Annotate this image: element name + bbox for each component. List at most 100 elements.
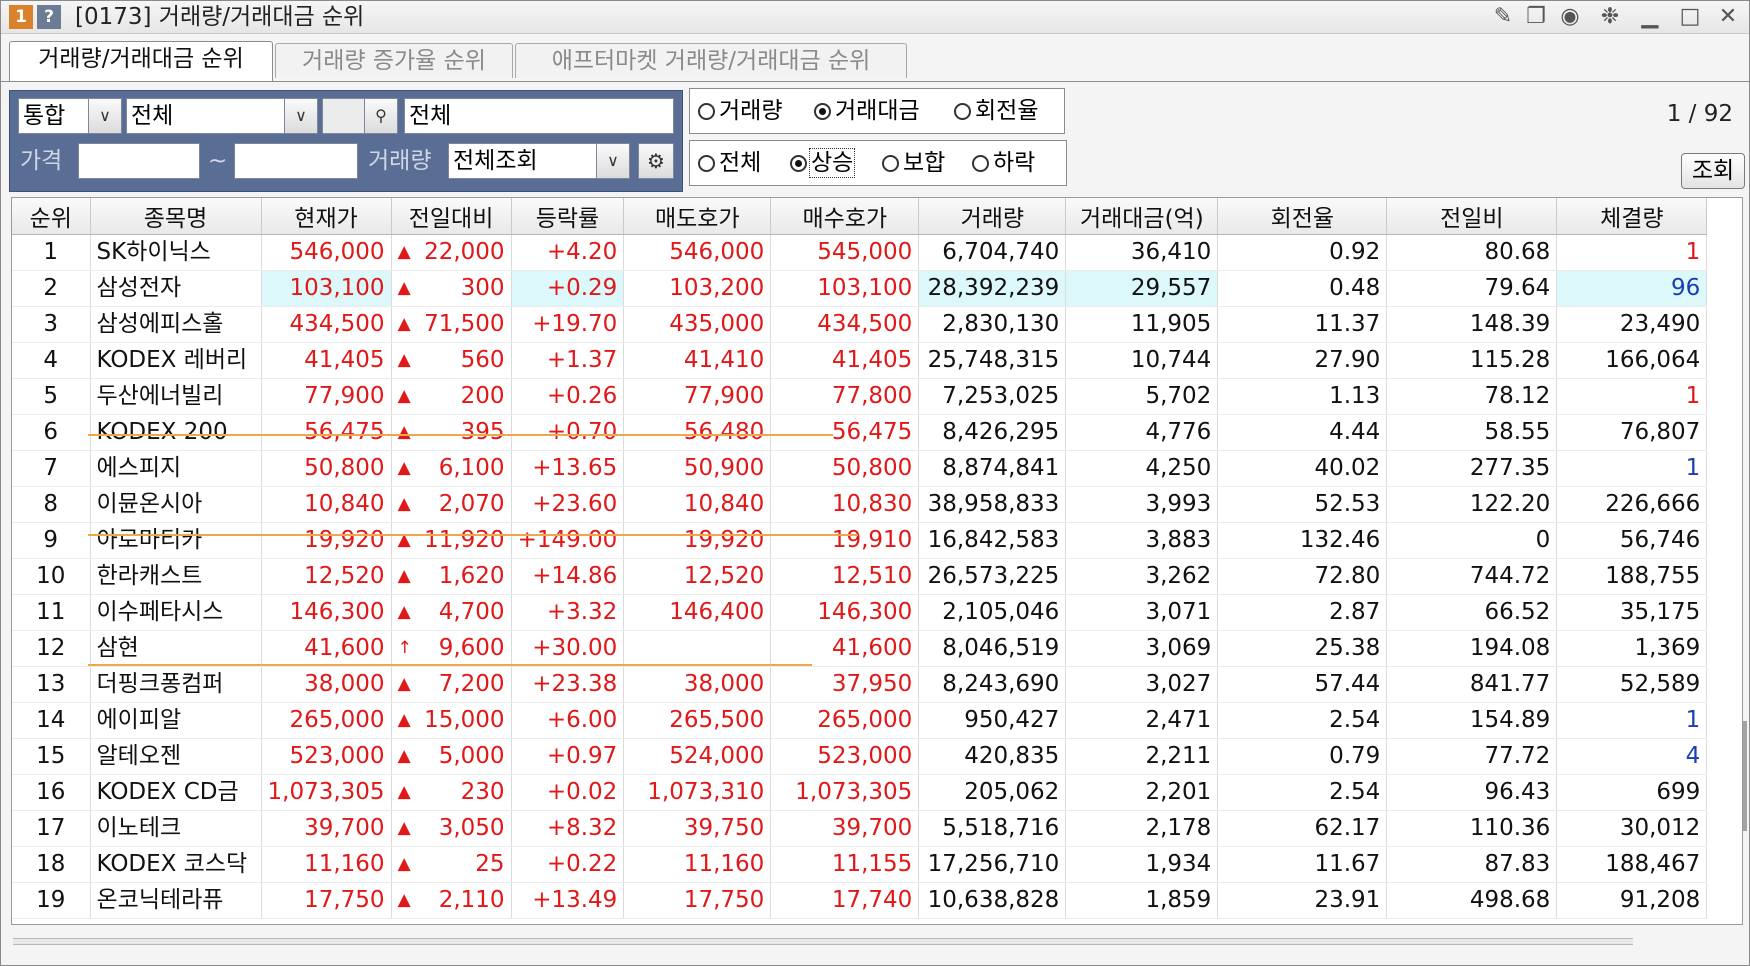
- screen-number-badge[interactable]: 1: [9, 5, 33, 29]
- column-header-bid[interactable]: 매수호가: [770, 198, 920, 235]
- cell-change: ↑ 9,600: [391, 630, 512, 667]
- change-value: 300: [460, 275, 505, 301]
- radio-rise[interactable]: 상승: [790, 141, 856, 185]
- column-header-ask[interactable]: 매도호가: [623, 198, 772, 235]
- cell-bid: 1,073,305: [770, 774, 920, 811]
- volume-select[interactable]: 전체조회: [448, 143, 598, 179]
- column-header-prev-ratio[interactable]: 전일비: [1386, 198, 1558, 235]
- table-row[interactable]: 7 에스피지 50,800 ▲ 6,100 +13.65 50,900 50,800 8,874…: [12, 450, 1708, 487]
- column-header-rank[interactable]: 순위: [12, 198, 91, 235]
- column-header-turnover[interactable]: 회전율: [1217, 198, 1388, 235]
- column-header-exec[interactable]: 체결량: [1556, 198, 1708, 235]
- cell-price: 546,000: [261, 234, 392, 271]
- cell-ask: 265,500: [623, 702, 772, 739]
- column-header-rate[interactable]: 등락률: [511, 198, 625, 235]
- horizontal-scrollbar[interactable]: [13, 938, 1633, 945]
- radio-icon: [882, 155, 899, 172]
- column-header-change[interactable]: 전일대비: [391, 198, 512, 235]
- table-row[interactable]: 14 에이피알 265,000 ▲ 15,000 +6.00 265,500 265,000 9…: [12, 702, 1708, 739]
- settings-icon[interactable]: ⚙: [638, 143, 674, 179]
- radio-all[interactable]: 전체: [698, 141, 761, 185]
- column-header-volume[interactable]: 거래량: [918, 198, 1067, 235]
- table-row[interactable]: 11 이수페타시스 146,300 ▲ 4,700 +3.32 146,400 146,300…: [12, 594, 1708, 631]
- radio-flat[interactable]: 보합: [882, 141, 945, 185]
- table-row[interactable]: 10 한라캐스트 12,520 ▲ 1,620 +14.86 12,520 12,510 26,…: [12, 558, 1708, 595]
- help-icon[interactable]: ?: [37, 5, 61, 29]
- cell-rank: 14: [12, 702, 91, 739]
- search-icon[interactable]: ⚲: [364, 98, 398, 134]
- cell-prev-ratio: 79.64: [1386, 270, 1558, 307]
- radio-fall[interactable]: 하락: [972, 141, 1035, 185]
- table-row[interactable]: 18 KODEX 코스닥 11,160 ▲ 25 +0.22 11,160 11,155 17,…: [12, 846, 1708, 883]
- cell-rank: 9: [12, 522, 91, 559]
- change-value: 200: [460, 383, 505, 409]
- table-row[interactable]: 3 삼성에피스홀 434,500 ▲ 71,500 +19.70 435,000 434,50…: [12, 306, 1708, 343]
- table-row[interactable]: 19 온코닉테라퓨 17,750 ▲ 2,110 +13.49 17,750 17,740 10…: [12, 882, 1708, 919]
- camera-icon[interactable]: ◉: [1557, 4, 1583, 30]
- table-row[interactable]: 4 KODEX 레버리 41,405 ▲ 560 +1.37 41,410 41,405 25,…: [12, 342, 1708, 379]
- filter-panel: 통합 ∨ 전체 ∨ ⚲ 전체 가격 ~ 거래량 전체조회 ∨ ⚙: [9, 90, 683, 192]
- change-value: 22,000: [424, 239, 505, 265]
- cell-rate: +0.29: [511, 270, 625, 307]
- table-row[interactable]: 9 아로마티카 19,920 ▲ 11,920 +149.00 19,920 19,910 16…: [12, 522, 1708, 559]
- radio-turnover[interactable]: 회전율: [954, 89, 1038, 133]
- change-value: 25: [475, 851, 505, 877]
- column-header-amount[interactable]: 거래대금(억): [1065, 198, 1219, 235]
- maximize-icon[interactable]: □: [1677, 4, 1703, 30]
- cell-turnover: 72.80: [1217, 558, 1388, 595]
- cell-exec: 166,064: [1556, 342, 1708, 379]
- column-header-name[interactable]: 종목명: [90, 198, 262, 235]
- query-button[interactable]: 조회: [1681, 153, 1745, 189]
- cell-name: 에이피알: [90, 702, 262, 739]
- table-row[interactable]: 16 KODEX CD금 1,073,305 ▲ 230 +0.02 1,073,310 1,…: [12, 774, 1708, 811]
- cell-ask: 38,000: [623, 666, 772, 703]
- scope-select[interactable]: 전체: [126, 98, 286, 134]
- cell-prev-ratio: 841.77: [1386, 666, 1558, 703]
- radio-volume[interactable]: 거래량: [698, 89, 782, 133]
- column-header-price[interactable]: 현재가: [261, 198, 392, 235]
- tab-volume-increase-rank[interactable]: 거래량 증가율 순위: [275, 43, 513, 78]
- table-row[interactable]: 2 삼성전자 103,100 ▲ 300 +0.29 103,200 103,100 28,39…: [12, 270, 1708, 307]
- table-row[interactable]: 12 삼현 41,600 ↑ 9,600 +30.00 41,600 8,046,519 3,0…: [12, 630, 1708, 667]
- table-row[interactable]: 5 두산에너빌리 77,900 ▲ 200 +0.26 77,900 77,800 7,253,…: [12, 378, 1708, 415]
- table-row[interactable]: 17 이노테크 39,700 ▲ 3,050 +8.32 39,750 39,700 5,518…: [12, 810, 1708, 847]
- stock-code-input[interactable]: [322, 98, 366, 134]
- chevron-down-icon[interactable]: ∨: [88, 98, 122, 134]
- price-from-input[interactable]: [78, 143, 200, 179]
- table-row[interactable]: 6 KODEX 200 56,475 ▲ 395 +0.70 56,480 56,475 8,4…: [12, 414, 1708, 451]
- cell-name: 아로마티카: [90, 522, 262, 559]
- table-row[interactable]: 1 SK하이닉스 546,000 ▲ 22,000 +4.20 546,000 545,000…: [12, 234, 1708, 271]
- market-select[interactable]: 통합: [18, 98, 90, 134]
- radio-amount[interactable]: 거래대금: [814, 89, 920, 133]
- table-row[interactable]: 15 알테오젠 523,000 ▲ 5,000 +0.97 524,000 523,000 42…: [12, 738, 1708, 775]
- chevron-down-icon[interactable]: ∨: [596, 143, 630, 179]
- table-row[interactable]: 8 이뮨온시아 10,840 ▲ 2,070 +23.60 10,840 10,830 38,9…: [12, 486, 1708, 523]
- cell-change: ▲ 11,920: [391, 522, 512, 559]
- cell-ask: 1,073,310: [623, 774, 772, 811]
- tab-volume-amount-rank[interactable]: 거래량/거래대금 순위: [9, 41, 273, 81]
- up-arrow-icon: ▲: [397, 350, 411, 370]
- cell-change: ▲ 200: [391, 378, 512, 415]
- cell-ask: 19,920: [623, 522, 772, 559]
- copy-window-icon[interactable]: ❐: [1523, 4, 1549, 30]
- gear-icon[interactable]: ❉: [1597, 4, 1623, 30]
- minimize-icon[interactable]: ▁: [1637, 4, 1663, 30]
- cell-prev-ratio: 80.68: [1386, 234, 1558, 271]
- vertical-scrollbar[interactable]: [1743, 721, 1747, 831]
- cell-rank: 4: [12, 342, 91, 379]
- up-arrow-icon: ↑: [397, 638, 412, 658]
- table-row[interactable]: 13 더핑크퐁컴퍼 38,000 ▲ 7,200 +23.38 38,000 37,950 8,…: [12, 666, 1708, 703]
- cell-volume: 8,243,690: [918, 666, 1067, 703]
- cell-prev-ratio: 96.43: [1386, 774, 1558, 811]
- cell-bid: 50,800: [770, 450, 920, 487]
- cell-bid: 10,830: [770, 486, 920, 523]
- up-arrow-icon: ▲: [397, 494, 411, 514]
- memo-icon[interactable]: ✎: [1490, 4, 1516, 30]
- price-to-input[interactable]: [234, 143, 358, 179]
- cell-prev-ratio: 194.08: [1386, 630, 1558, 667]
- close-icon[interactable]: ✕: [1715, 4, 1741, 30]
- cell-amount: 2,201: [1065, 774, 1219, 811]
- cell-change: ▲ 7,200: [391, 666, 512, 703]
- tab-aftermarket-rank[interactable]: 애프터마켓 거래량/거래대금 순위: [515, 43, 907, 78]
- chevron-down-icon[interactable]: ∨: [284, 98, 318, 134]
